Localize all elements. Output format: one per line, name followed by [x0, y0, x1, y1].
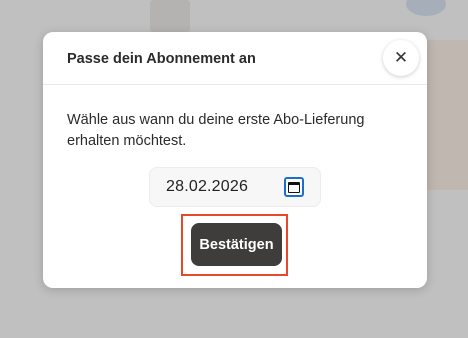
calendar-button[interactable]: [284, 177, 304, 197]
calendar-icon: [288, 181, 300, 193]
modal-title: Passe dein Abonnement an: [67, 51, 256, 67]
close-button[interactable]: ✕: [383, 40, 419, 76]
modal-description: Wähle aus wann du deine erste Abo-Liefer…: [67, 112, 365, 149]
subscription-modal: Passe dein Abonnement an ✕ Wähle aus wan…: [43, 32, 427, 288]
date-value[interactable]: 28.02.2026: [166, 178, 248, 196]
modal-header: Passe dein Abonnement an ✕: [43, 32, 427, 85]
close-icon: ✕: [393, 48, 409, 67]
confirm-highlight: Bestätigen: [181, 214, 288, 276]
delivery-date-input[interactable]: 28.02.2026: [149, 167, 321, 207]
confirm-button[interactable]: Bestätigen: [191, 223, 282, 266]
